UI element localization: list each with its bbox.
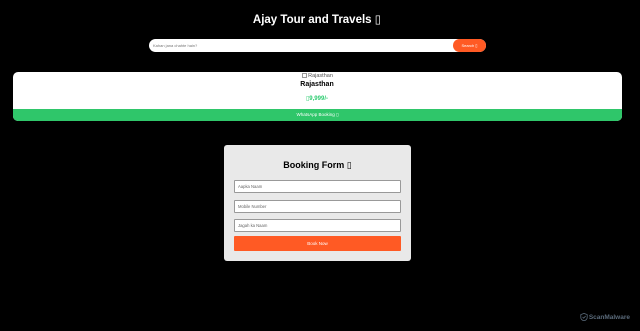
search-bar: Search ▯ [149, 39, 486, 52]
broken-image-icon [302, 73, 308, 78]
place-field[interactable] [234, 219, 401, 232]
scanmalware-watermark: ScanMalware [580, 313, 630, 321]
package-name: Rajasthan [300, 81, 334, 88]
package-image-alt: Rajasthan [308, 73, 333, 79]
name-field[interactable] [234, 180, 401, 193]
search-button[interactable]: Search ▯ [453, 39, 486, 52]
booking-form: Booking Form ▯ Book Now [224, 145, 411, 261]
book-now-button[interactable]: Book Now [234, 236, 401, 251]
mobile-field[interactable] [234, 200, 401, 213]
scanmalware-logo-icon [580, 313, 588, 321]
booking-form-title: Booking Form ▯ [283, 160, 352, 170]
whatsapp-booking-button[interactable]: WhatsApp Booking ▯ [13, 109, 622, 121]
package-image: Rajasthan [13, 73, 622, 79]
package-price: ▯9,999/- [306, 96, 328, 102]
search-input[interactable] [149, 39, 454, 52]
site-title: Ajay Tour and Travels ▯ [252, 14, 382, 26]
watermark-text: ScanMalware [588, 313, 630, 321]
